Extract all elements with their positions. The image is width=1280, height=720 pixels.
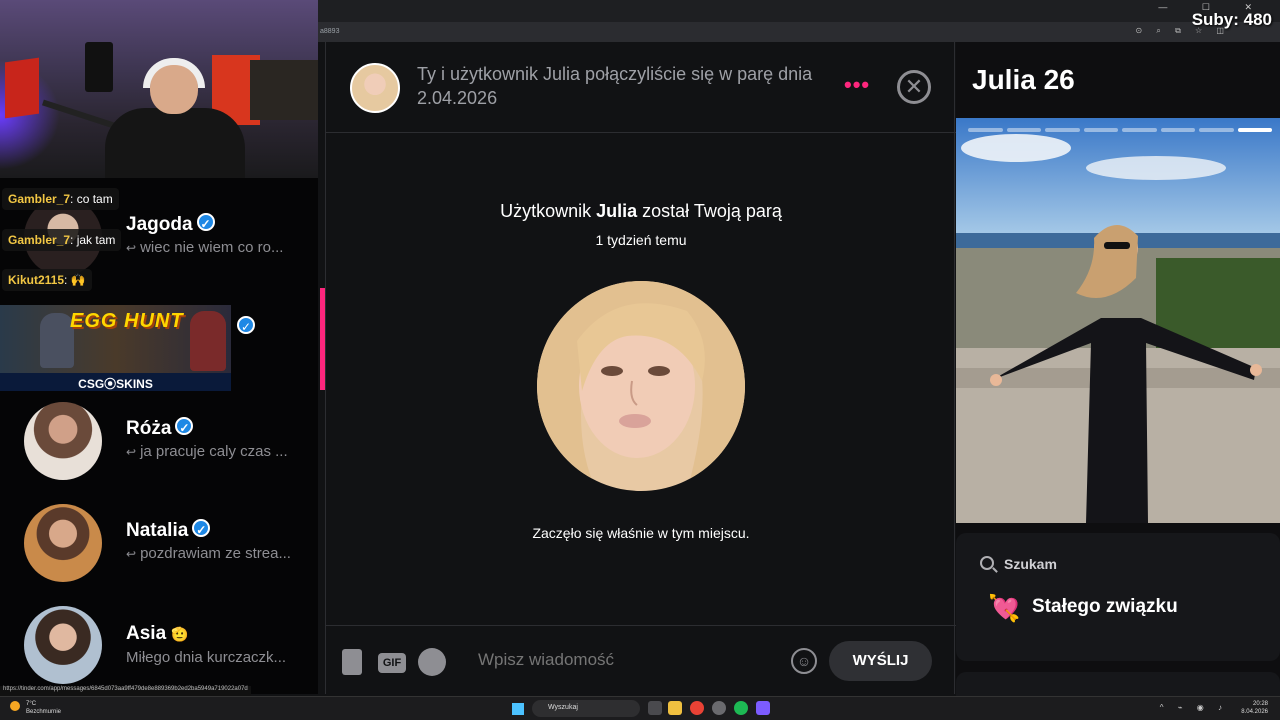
match-row-natalia[interactable]: Natalia ✓ ↩ pozdrawiam ze strea...	[0, 494, 318, 594]
ad-title: EGG HUNT	[70, 310, 184, 332]
weather-widget[interactable]: 7°C Bezchmurnie	[26, 700, 61, 716]
stream-chat-message: Kikut2115: 🙌	[2, 269, 92, 291]
spotify-icon[interactable]	[418, 648, 446, 676]
taskbar: 7°C Bezchmurnie Wyszukaj ^ ⌁ ◉ ♪ 20:28 8.0…	[0, 696, 1280, 720]
gif-icon[interactable]: GIF	[378, 653, 406, 673]
discord-icon[interactable]	[756, 701, 770, 715]
status-bar-url: https://tinder.com/app/messages/6845d073…	[0, 686, 251, 696]
task-view-icon[interactable]	[648, 701, 662, 715]
address-text: a8893	[320, 28, 340, 35]
emoji-icon[interactable]: ☺	[791, 648, 817, 674]
stream-chat-message: Gambler_7: co tam	[2, 188, 119, 210]
message-composer: GIF ☺ WYŚLIJ	[326, 625, 956, 694]
match-name: Natalia ✓	[126, 519, 211, 542]
photo-progress-segment[interactable]	[1006, 128, 1041, 132]
match-last-message: ↩ ja pracuje caly czas ...	[126, 443, 288, 460]
avatar	[24, 402, 102, 480]
verified-icon: ✓	[192, 519, 211, 537]
spotify-taskbar-icon[interactable]	[734, 701, 748, 715]
match-time: 1 tydzień temu	[595, 232, 687, 248]
more-options-icon[interactable]: •••	[844, 72, 870, 98]
obs-icon[interactable]	[712, 701, 726, 715]
heart-arrow-icon: 💘	[988, 593, 1021, 623]
match-photo[interactable]	[537, 281, 745, 491]
match-last-message: ↩ wiec nie wiem co ro...	[126, 239, 284, 256]
chrome-icon[interactable]	[690, 701, 704, 715]
verified-icon: ✓	[196, 213, 215, 231]
reply-icon: ↩	[126, 445, 137, 459]
photo-progress-segment[interactable]	[1083, 128, 1118, 132]
clock[interactable]: 20:28 8.04.2026	[1241, 700, 1268, 716]
conversation-header: Ty i użytkownik Julia połączyliście się …	[326, 42, 956, 133]
browser-tab-strip: — ☐ ✕	[318, 0, 1280, 22]
match-row-asia[interactable]: Asia 🫡 Miłego dnia kurczaczk...	[0, 596, 318, 696]
profile-photo[interactable]	[956, 118, 1280, 523]
subs-counter-overlay: Suby: 480	[1191, 10, 1272, 29]
contact-card-icon[interactable]	[342, 649, 362, 675]
address-bar[interactable]: a8893 ⊙ ⌕ ⧉ ☆ ◫	[318, 22, 1280, 42]
looking-for-value: Stałego związku	[1032, 596, 1178, 617]
reply-icon: ↩	[126, 547, 137, 561]
photo-progress-segment[interactable]	[1199, 128, 1234, 132]
weather-icon[interactable]	[10, 701, 20, 711]
looking-for-label: Szukam	[1004, 556, 1057, 572]
send-button[interactable]: WYŚLIJ	[829, 641, 932, 681]
profile-name-age: Julia 26	[972, 64, 1075, 95]
match-name: Jagoda ✓	[126, 213, 215, 236]
avatar	[24, 606, 102, 684]
system-tray[interactable]: ^ ⌁ ◉ ♪	[1160, 703, 1228, 712]
photo-progress-segment[interactable]	[1237, 128, 1272, 132]
match-last-message: ↩ pozdrawiam ze strea...	[126, 545, 291, 562]
verified-icon: ✓	[175, 417, 194, 435]
conversation-panel: Ty i użytkownik Julia połączyliście się …	[325, 42, 956, 694]
avatar	[24, 504, 102, 582]
profile-panel: Julia 26 Szukam 💘 Stałego związku	[956, 42, 1280, 702]
search-icon	[980, 556, 994, 570]
screen: — ☐ ✕ a8893 ⊙ ⌕ ⧉ ☆ ◫ Suby: 480 Jagoda ✓ …	[0, 0, 1280, 720]
match-last-message: Miłego dnia kurczaczk...	[126, 649, 287, 666]
webcam-overlay	[0, 0, 318, 178]
match-row-roza[interactable]: Róża ✓ ↩ ja pracuje caly czas ...	[0, 392, 318, 492]
reply-icon: ↩	[126, 241, 137, 255]
header-avatar[interactable]	[350, 63, 400, 113]
photo-progress-segment[interactable]	[968, 128, 1003, 132]
close-conversation-button[interactable]: ✕	[897, 70, 931, 104]
looking-for-card: Szukam 💘 Stałego związku	[956, 533, 1280, 661]
match-caption: Zaczęło się właśnie w tym miejscu.	[532, 525, 750, 541]
ad-banner[interactable]: EGG HUNT CSG⦿SKINS	[0, 305, 231, 391]
message-input[interactable]	[478, 650, 778, 670]
match-name: Asia 🫡	[126, 623, 189, 644]
matches-sidebar: Jagoda ✓ ↩ wiec nie wiem co ro... Gambler_…	[0, 0, 318, 696]
stream-chat-message: Gambler_7: jak tam	[2, 229, 122, 251]
photo-progress-segment[interactable]	[1160, 128, 1195, 132]
photo-progress-segment[interactable]	[1045, 128, 1080, 132]
taskbar-search[interactable]: Wyszukaj	[532, 700, 640, 717]
ad-brand: CSG⦿SKINS	[0, 373, 231, 391]
file-explorer-icon[interactable]	[668, 701, 682, 715]
match-name: Róża ✓	[126, 417, 194, 440]
photo-progress-indicator	[968, 128, 1272, 132]
match-title: Użytkownik Julia został Twoją parą	[500, 201, 782, 221]
photo-progress-segment[interactable]	[1122, 128, 1157, 132]
windows-start-icon[interactable]	[512, 703, 524, 715]
verified-icon: ✓	[237, 316, 255, 334]
match-date-text: Ty i użytkownik Julia połączyliście się …	[417, 64, 813, 108]
